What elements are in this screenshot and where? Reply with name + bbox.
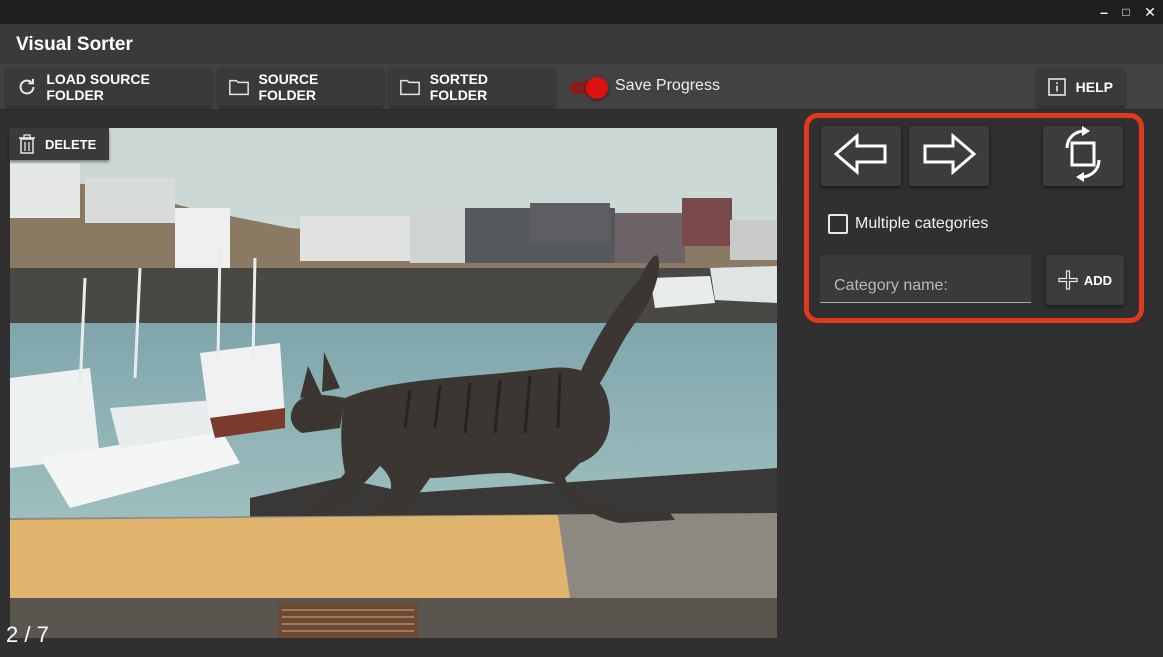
minimize-button[interactable]: – bbox=[1095, 3, 1113, 21]
close-button[interactable]: ✕ bbox=[1141, 3, 1159, 21]
save-progress-label: Save Progress bbox=[615, 77, 720, 94]
trash-icon bbox=[19, 134, 35, 154]
app-title: Visual Sorter bbox=[16, 34, 133, 55]
app-bar: Visual Sorter bbox=[0, 24, 1163, 64]
info-icon bbox=[1047, 75, 1068, 99]
arrow-left-icon bbox=[833, 132, 889, 181]
window-titlebar: – □ ✕ bbox=[0, 0, 1163, 24]
folder-icon bbox=[228, 75, 250, 99]
toggle-knob bbox=[586, 77, 608, 99]
toolbar: LOAD SOURCE FOLDER SOURCE FOLDER SORTED … bbox=[0, 64, 1163, 110]
load-source-folder-button[interactable]: LOAD SOURCE FOLDER bbox=[6, 68, 212, 106]
image-preview bbox=[10, 128, 777, 638]
image-counter: 2 / 7 bbox=[6, 622, 49, 647]
multiple-categories-label: Multiple categories bbox=[855, 215, 989, 232]
maximize-button[interactable]: □ bbox=[1117, 3, 1135, 21]
add-label: ADD bbox=[1083, 272, 1113, 288]
rotate-button[interactable] bbox=[1043, 125, 1123, 187]
previous-button[interactable] bbox=[821, 126, 901, 186]
add-category-button[interactable]: ADD bbox=[1046, 255, 1124, 305]
source-folder-button[interactable]: SOURCE FOLDER bbox=[218, 68, 384, 106]
sorted-folder-label: SORTED FOLDER bbox=[429, 71, 489, 103]
delete-label: DELETE bbox=[45, 136, 97, 152]
cat-harbor-photo bbox=[10, 128, 777, 638]
multiple-categories-checkbox[interactable] bbox=[828, 214, 848, 234]
arrow-right-icon bbox=[921, 132, 977, 181]
sorted-folder-button[interactable]: SORTED FOLDER bbox=[389, 68, 555, 106]
next-button[interactable] bbox=[909, 126, 989, 186]
refresh-icon bbox=[16, 75, 38, 99]
rotate-icon bbox=[1057, 125, 1109, 187]
help-label: HELP bbox=[1075, 79, 1113, 95]
folder-icon bbox=[399, 75, 422, 99]
source-folder-label: SOURCE FOLDER bbox=[258, 71, 319, 103]
plus-icon bbox=[1058, 270, 1078, 290]
category-name-input[interactable] bbox=[820, 255, 1031, 303]
delete-button[interactable]: DELETE bbox=[9, 128, 109, 160]
help-button[interactable]: HELP bbox=[1037, 68, 1125, 106]
load-source-folder-label: LOAD SOURCE FOLDER bbox=[46, 71, 150, 103]
save-progress-toggle[interactable] bbox=[566, 76, 610, 99]
